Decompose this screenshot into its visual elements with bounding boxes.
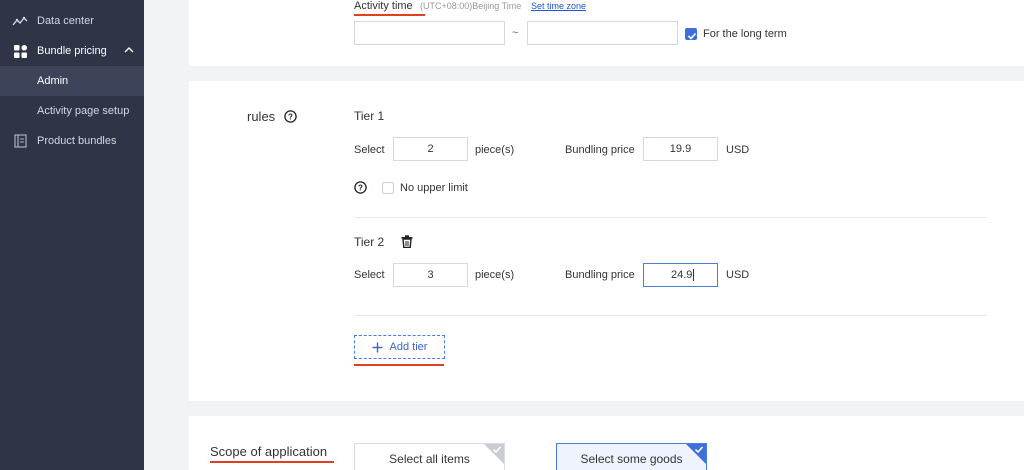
help-circle-icon[interactable]: ? bbox=[284, 110, 297, 128]
sidebar-item-label: Activity page setup bbox=[37, 105, 130, 117]
long-term-label: For the long term bbox=[703, 28, 787, 40]
timezone-text: (UTC+08:00)Beijing Time bbox=[420, 1, 522, 11]
check-icon bbox=[492, 446, 502, 454]
rules-label: rules bbox=[247, 109, 276, 124]
tier1-title: Tier 1 bbox=[354, 109, 385, 123]
grid-icon bbox=[12, 43, 28, 59]
svg-text:?: ? bbox=[358, 183, 363, 192]
sidebar-item-label: Bundle pricing bbox=[37, 45, 107, 57]
check-icon bbox=[694, 446, 704, 454]
add-tier-button[interactable]: Add tier bbox=[354, 335, 445, 359]
no-upper-limit-checkbox[interactable] bbox=[382, 182, 394, 194]
tier1-unit: piece(s) bbox=[475, 144, 515, 156]
add-tier-label: Add tier bbox=[389, 341, 428, 353]
activity-time-label: Activity time bbox=[354, 0, 413, 12]
tier2-title: Tier 2 bbox=[354, 235, 385, 249]
scope-underline bbox=[210, 461, 334, 463]
chevron-up-icon[interactable] bbox=[124, 45, 134, 57]
scope-label: Scope of application bbox=[210, 444, 328, 459]
scope-option-some-goods[interactable]: Select some goods bbox=[556, 443, 707, 470]
activity-time-underline bbox=[354, 14, 425, 16]
tier2-currency: USD bbox=[726, 269, 750, 281]
add-tier-underline bbox=[354, 364, 444, 366]
rules-card bbox=[189, 81, 1024, 401]
help-circle-icon[interactable]: ? bbox=[354, 181, 367, 199]
end-time-input[interactable] bbox=[527, 21, 678, 45]
tier2-price-input[interactable]: 24.9 bbox=[643, 263, 718, 287]
sidebar-item-data-center[interactable]: Data center bbox=[0, 6, 144, 36]
scope-option-label: Select some goods bbox=[580, 452, 683, 466]
tier2-unit: piece(s) bbox=[475, 269, 515, 281]
plus-icon bbox=[372, 342, 383, 352]
sidebar-item-product-bundles[interactable]: Product bundles bbox=[0, 126, 144, 156]
set-timezone-link[interactable]: Set time zone bbox=[531, 1, 586, 11]
long-term-checkbox[interactable] bbox=[685, 28, 697, 40]
tier-divider bbox=[354, 217, 987, 218]
tier1-currency: USD bbox=[726, 144, 750, 156]
chart-line-icon bbox=[12, 13, 28, 29]
date-separator: ~ bbox=[512, 27, 519, 39]
sidebar-item-activity-page-setup[interactable]: Activity page setup bbox=[0, 96, 144, 126]
tier2-select-label: Select bbox=[354, 269, 385, 281]
sidebar-item-label: Admin bbox=[37, 75, 69, 87]
scope-option-label: Select all items bbox=[389, 452, 470, 466]
sidebar-item-admin[interactable]: Admin bbox=[0, 66, 144, 96]
text-caret bbox=[693, 269, 695, 281]
svg-text:?: ? bbox=[288, 112, 293, 121]
sidebar-item-bundle-pricing[interactable]: Bundle pricing bbox=[0, 36, 144, 66]
tier2-price-label: Bundling price bbox=[565, 269, 635, 281]
sidebar: Data center Bundle pricing Admin Activit… bbox=[0, 0, 144, 470]
tier1-quantity-input[interactable]: 2 bbox=[393, 137, 468, 161]
tier1-price-input[interactable]: 19.9 bbox=[643, 137, 718, 161]
scope-option-all-items[interactable]: Select all items bbox=[354, 443, 505, 470]
tier-divider bbox=[354, 315, 987, 316]
tier2-quantity-input[interactable]: 3 bbox=[393, 263, 468, 287]
sidebar-item-label: Product bundles bbox=[37, 135, 117, 147]
sidebar-item-label: Data center bbox=[37, 15, 94, 27]
no-upper-limit-label: No upper limit bbox=[400, 182, 468, 194]
check-icon bbox=[687, 32, 697, 40]
document-icon bbox=[12, 133, 28, 149]
trash-icon[interactable] bbox=[401, 235, 413, 253]
tier1-select-label: Select bbox=[354, 144, 385, 156]
tier1-price-label: Bundling price bbox=[565, 144, 635, 156]
start-time-input[interactable] bbox=[354, 21, 505, 45]
